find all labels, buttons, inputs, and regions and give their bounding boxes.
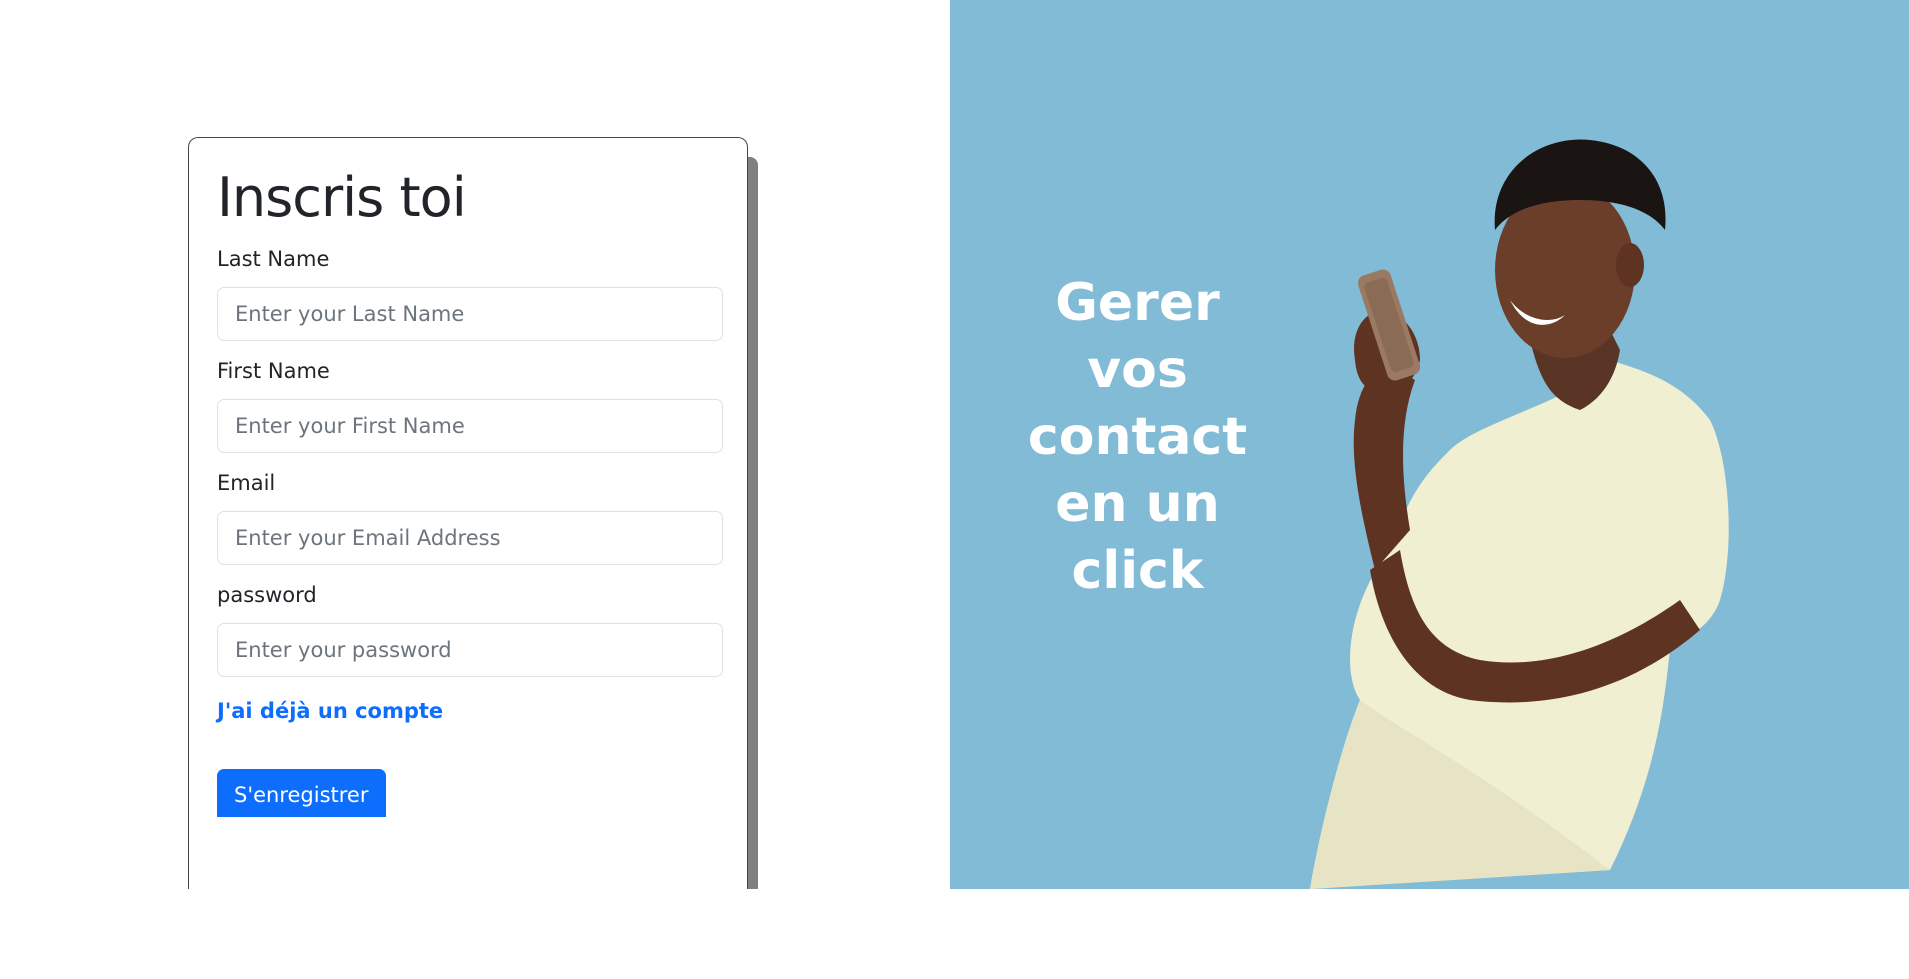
email-group: Email [217, 471, 723, 566]
first-name-label: First Name [217, 359, 330, 384]
signup-page: Inscris toi Last Name First Name Email p… [0, 0, 1909, 979]
password-group: password [217, 583, 723, 678]
register-button[interactable]: S'enregistrer [217, 769, 386, 818]
last-name-input[interactable] [217, 287, 723, 342]
signup-card: Inscris toi Last Name First Name Email p… [188, 137, 748, 889]
first-name-input[interactable] [217, 399, 723, 454]
first-name-group: First Name [217, 359, 723, 454]
hero-line: vos [1087, 340, 1188, 400]
password-label: password [217, 583, 317, 608]
hero-line: en un [1055, 474, 1220, 534]
hero-line: contact [1027, 407, 1248, 467]
last-name-group: Last Name [217, 247, 723, 342]
hero-panel: Gerer vos contact en un click [950, 0, 1909, 889]
password-input[interactable] [217, 623, 723, 678]
signup-card-wrapper: Inscris toi Last Name First Name Email p… [188, 137, 758, 889]
page-title: Inscris toi [217, 166, 467, 229]
email-input[interactable] [217, 511, 723, 566]
login-link[interactable]: J'ai déjà un compte [217, 699, 443, 723]
hero-line: click [1071, 541, 1204, 601]
hero-line: Gerer [1055, 273, 1220, 333]
hero-tagline: Gerer vos contact en un click [1015, 270, 1260, 605]
form-column: Inscris toi Last Name First Name Email p… [0, 0, 950, 889]
last-name-label: Last Name [217, 247, 330, 272]
man-with-phone-image [1310, 139, 1729, 889]
email-label: Email [217, 471, 276, 496]
